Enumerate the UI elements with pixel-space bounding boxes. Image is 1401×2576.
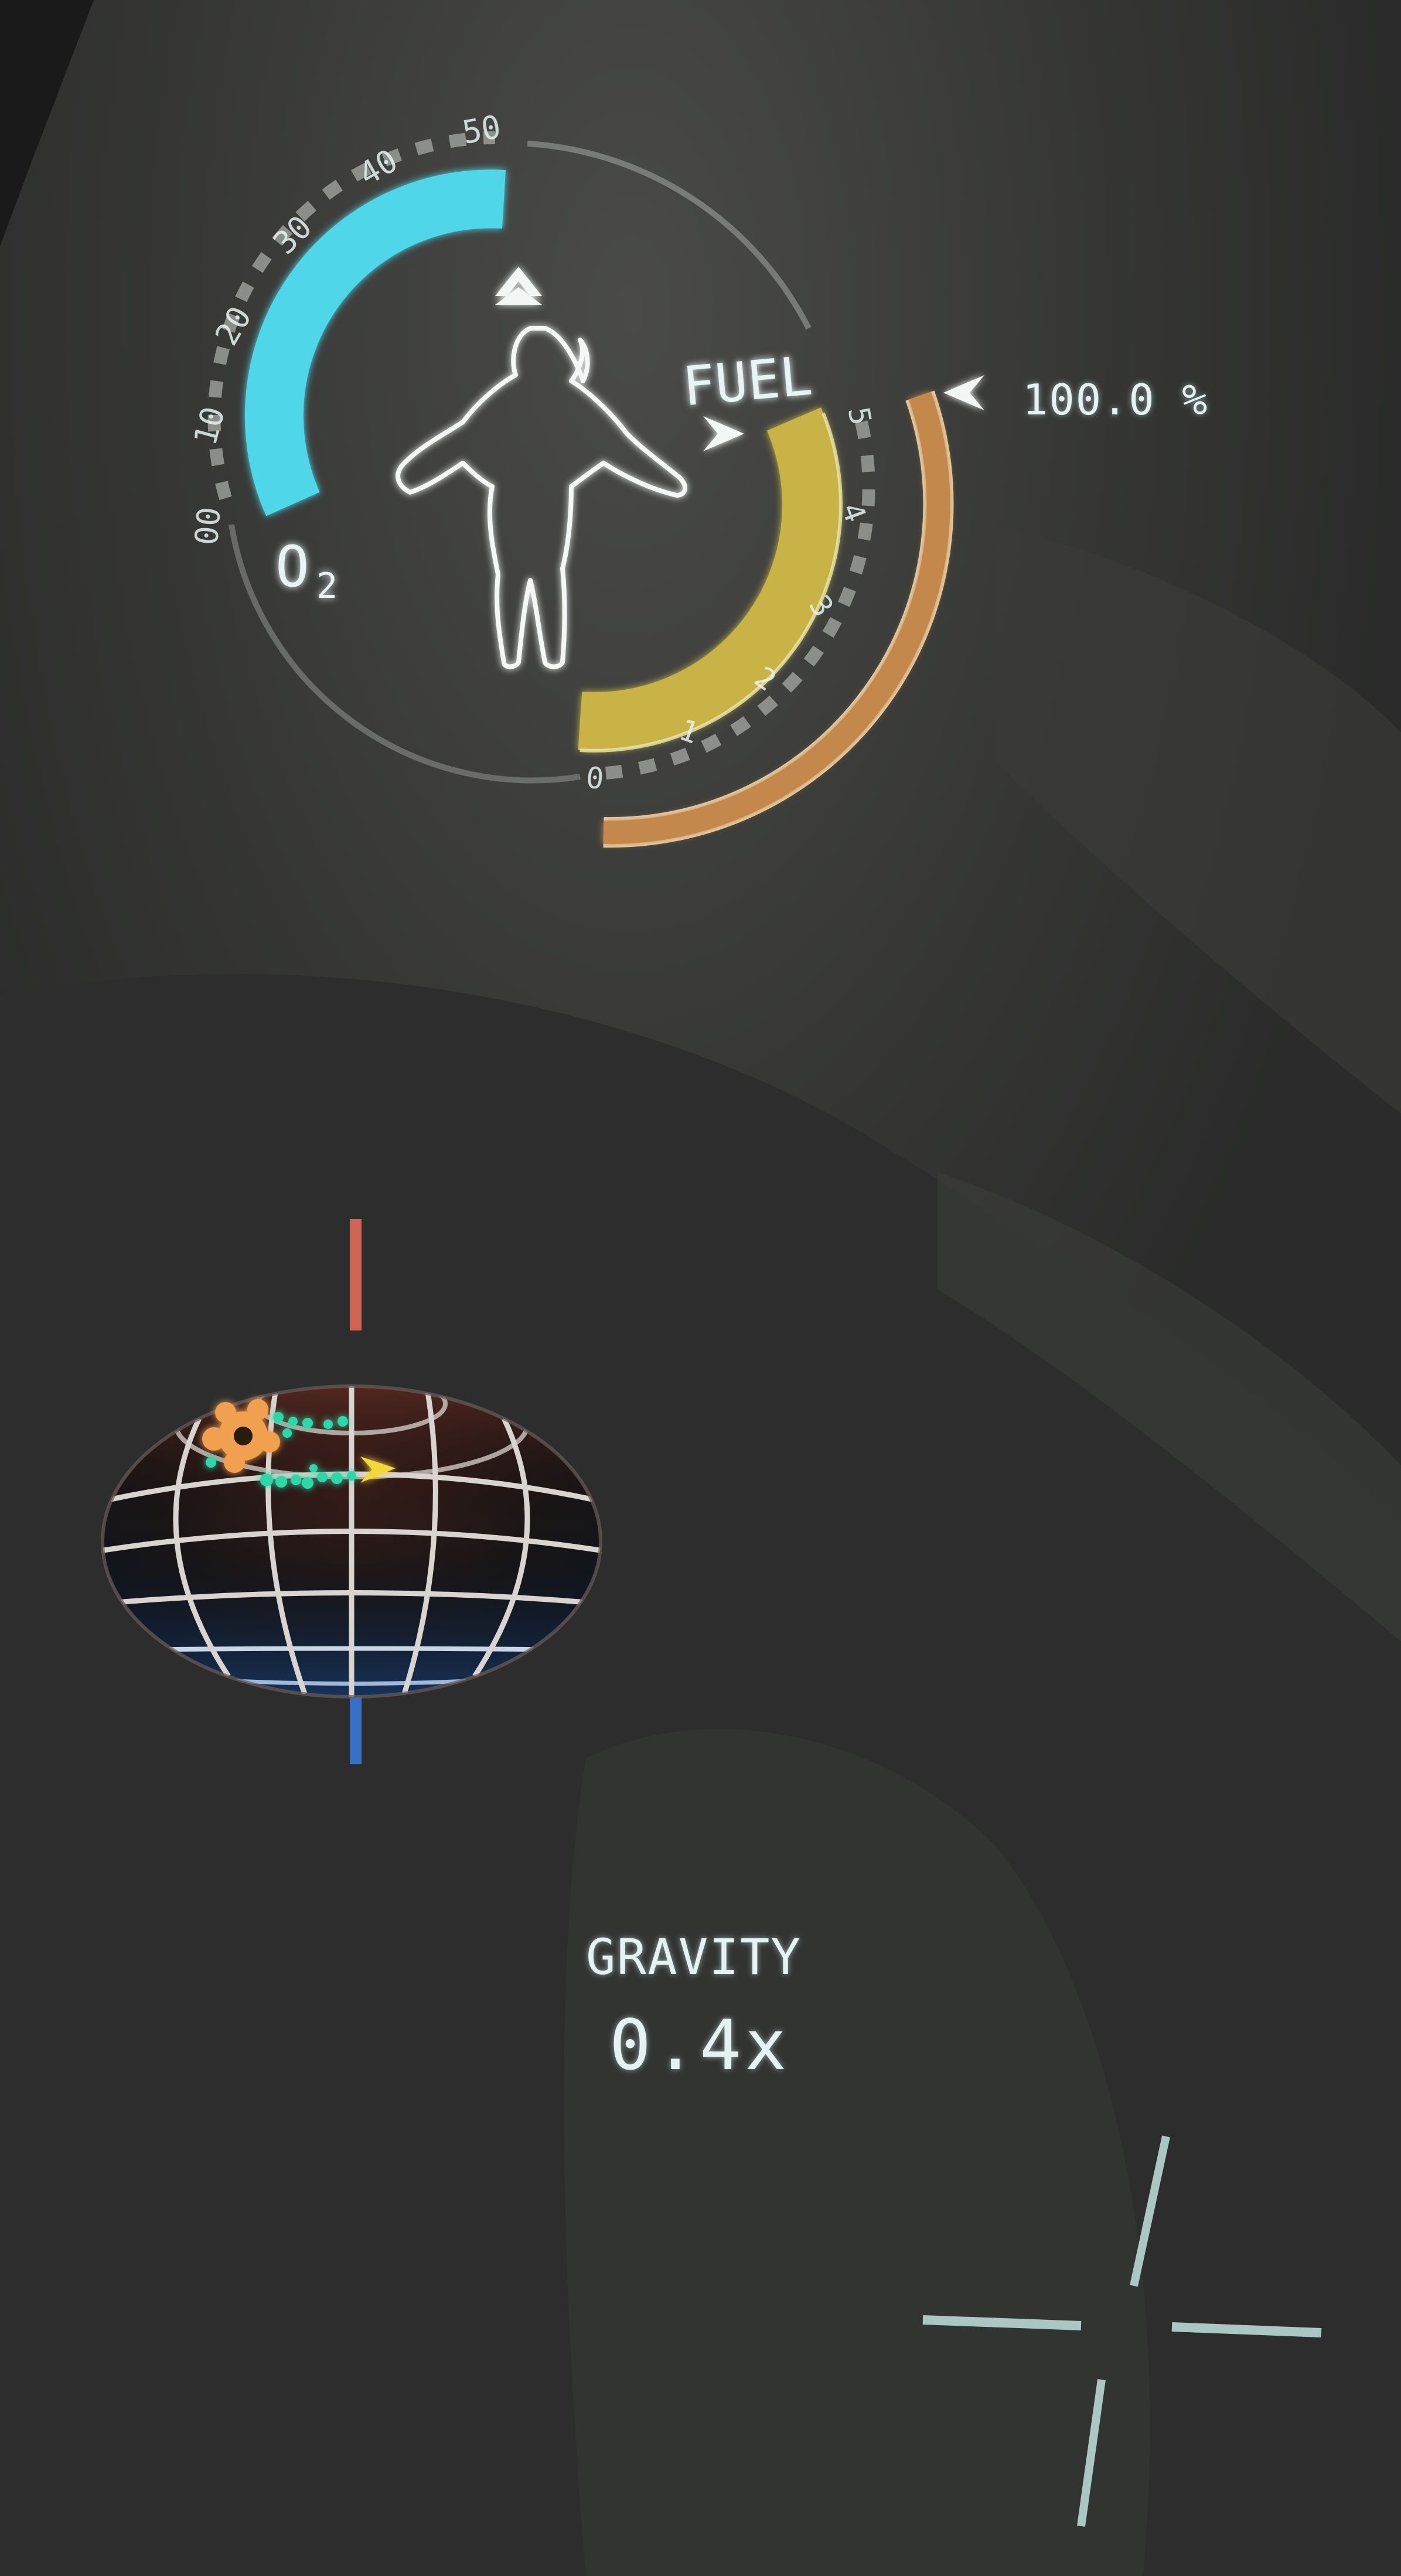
oxygen-scale-tick: 50 xyxy=(459,108,503,151)
south-axis-pole xyxy=(350,1694,362,1764)
oxygen-label-subscript: 2 xyxy=(316,566,338,607)
fuel-scale-tick: 0 xyxy=(585,761,605,796)
oxygen-scale-tick: 00 xyxy=(188,505,228,546)
fuel-label: FUEL xyxy=(680,345,815,418)
oxygen-label: O xyxy=(275,534,309,600)
gravity-value: 0.4x xyxy=(609,2005,790,2085)
gravity-label: GRAVITY xyxy=(586,1928,802,1986)
crosshair-left-line xyxy=(922,2315,1082,2330)
north-axis-pole xyxy=(350,1219,362,1330)
fuel-percentage-readout: 100.0 % xyxy=(1022,375,1209,424)
crosshair-right-line xyxy=(1171,2322,1322,2337)
game-viewport: 00 10 20 30 40 50 O 2 5 4 3 2 1 0 FUEL 1… xyxy=(0,0,1401,2576)
